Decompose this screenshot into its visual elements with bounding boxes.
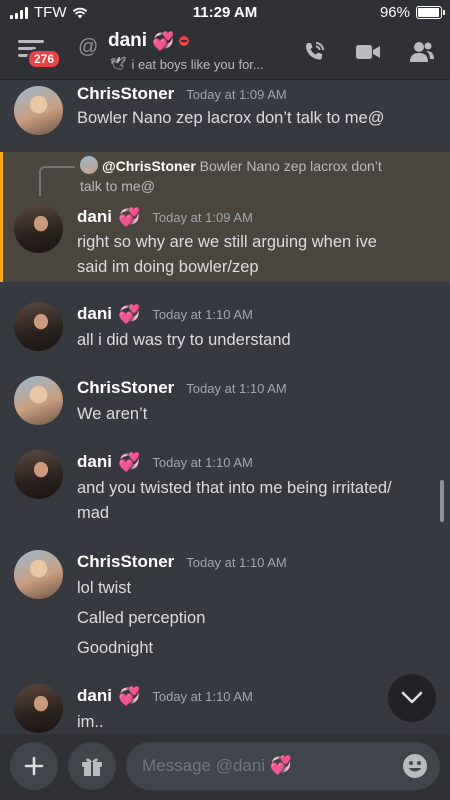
- add-attachment-button[interactable]: [10, 742, 58, 790]
- author-name[interactable]: dani: [77, 452, 112, 472]
- channel-header: 276 @ dani 💞 🕊 i eat boys like you for..…: [0, 26, 450, 80]
- avatar[interactable]: [14, 684, 63, 733]
- timestamp: Today at 1:09 AM: [152, 209, 253, 225]
- dove-emoji: 🕊: [110, 56, 127, 71]
- message-text: said im doing bowler/zep: [77, 258, 259, 276]
- reply-avatar: [80, 156, 98, 174]
- author-name[interactable]: ChrisStoner: [77, 378, 174, 398]
- avatar[interactable]: [14, 450, 63, 499]
- timestamp: Today at 1:10 AM: [152, 688, 253, 704]
- call-icon[interactable]: [300, 39, 328, 65]
- message-input[interactable]: Message @dani 💞: [126, 742, 440, 790]
- avatar[interactable]: [14, 550, 63, 599]
- message-composer: Message @dani 💞: [0, 734, 450, 800]
- message-item[interactable]: ChrisStoner Today at 1:10 AM We aren’t: [0, 370, 450, 440]
- message-text: right so why are we still arguing when i…: [77, 233, 377, 251]
- message-item[interactable]: dani 💞 Today at 1:10 AM all i did was try …: [0, 296, 450, 366]
- heart-emoji: 💞: [117, 207, 141, 227]
- reply-text: Bowler Nano zep lacrox don’t: [199, 158, 382, 174]
- message-text: Called perception: [77, 609, 206, 627]
- gift-button[interactable]: [68, 742, 116, 790]
- scrollbar[interactable]: [440, 480, 444, 522]
- author-name[interactable]: ChrisStoner: [77, 552, 174, 572]
- message-item[interactable]: ChrisStoner Today at 1:09 AM Bowler Nano …: [0, 80, 450, 150]
- message-item-mentioned[interactable]: @ChrisStoner Bowler Nano zep lacrox don’…: [0, 152, 450, 282]
- video-icon[interactable]: [354, 39, 382, 65]
- recipient-name: dani: [108, 30, 148, 51]
- message-text: We aren’t: [77, 405, 148, 423]
- dnd-status-icon: [179, 36, 190, 46]
- dm-recipient-name[interactable]: dani 💞: [108, 30, 190, 52]
- author-name[interactable]: ChrisStoner: [77, 84, 174, 104]
- avatar[interactable]: [14, 86, 63, 135]
- timestamp: Today at 1:10 AM: [186, 380, 287, 396]
- heart-emoji: 💞: [117, 304, 141, 324]
- timestamp: Today at 1:09 AM: [186, 86, 287, 102]
- heart-emoji: 💞: [152, 31, 175, 51]
- message-list[interactable]: ChrisStoner Today at 1:09 AM Bowler Nano …: [0, 80, 450, 734]
- gift-icon: [82, 758, 102, 776]
- heart-emoji: 💞: [117, 452, 141, 472]
- message-item[interactable]: dani 💞 Today at 1:10 AM im..: [0, 678, 450, 734]
- message-text: Bowler Nano zep lacrox don’t talk to me@: [77, 109, 385, 127]
- heart-emoji: 💞: [117, 686, 141, 706]
- status-bar: TFW 11:29 AM 96%: [0, 0, 450, 26]
- plus-icon: [24, 756, 44, 776]
- jump-to-present-button[interactable]: [388, 674, 436, 722]
- message-item[interactable]: ChrisStoner Today at 1:10 AM lol twist Ca…: [0, 544, 450, 674]
- reply-preview[interactable]: @ChrisStoner Bowler Nano zep lacrox don’…: [80, 156, 430, 196]
- custom-status: 🕊 i eat boys like you for...: [110, 56, 264, 72]
- reply-connector: [39, 166, 75, 196]
- unread-badge: 276: [27, 49, 62, 69]
- author-name[interactable]: dani: [77, 304, 112, 324]
- message-text: im..: [77, 713, 104, 731]
- emoji-picker-icon[interactable]: [402, 753, 428, 779]
- battery-icon: [416, 6, 445, 19]
- message-placeholder: Message @dani 💞: [142, 755, 293, 775]
- chevron-down-icon: [401, 691, 423, 704]
- reply-author: @ChrisStoner: [102, 158, 196, 174]
- message-text: Goodnight: [77, 639, 154, 657]
- battery-percent: 96%: [379, 4, 410, 21]
- timestamp: Today at 1:10 AM: [152, 306, 253, 322]
- members-icon[interactable]: [408, 39, 436, 65]
- author-name[interactable]: dani: [77, 207, 112, 227]
- message-text: lol twist: [77, 579, 132, 597]
- timestamp: Today at 1:10 AM: [186, 554, 287, 570]
- message-text: all i did was try to understand: [77, 331, 291, 349]
- custom-status-text: i eat boys like you for...: [131, 56, 264, 72]
- avatar[interactable]: [14, 302, 63, 351]
- author-name[interactable]: dani: [77, 686, 112, 706]
- message-text: and you twisted that into me being irrit…: [77, 479, 392, 497]
- avatar[interactable]: [14, 376, 63, 425]
- at-icon: @: [78, 36, 99, 58]
- message-text: mad: [77, 504, 110, 522]
- heart-emoji: 💞: [269, 755, 293, 775]
- avatar[interactable]: [14, 204, 63, 253]
- reply-text-cont: talk to me@: [80, 178, 155, 194]
- timestamp: Today at 1:10 AM: [152, 454, 253, 470]
- message-item[interactable]: dani 💞 Today at 1:10 AM and you twisted th…: [0, 444, 450, 544]
